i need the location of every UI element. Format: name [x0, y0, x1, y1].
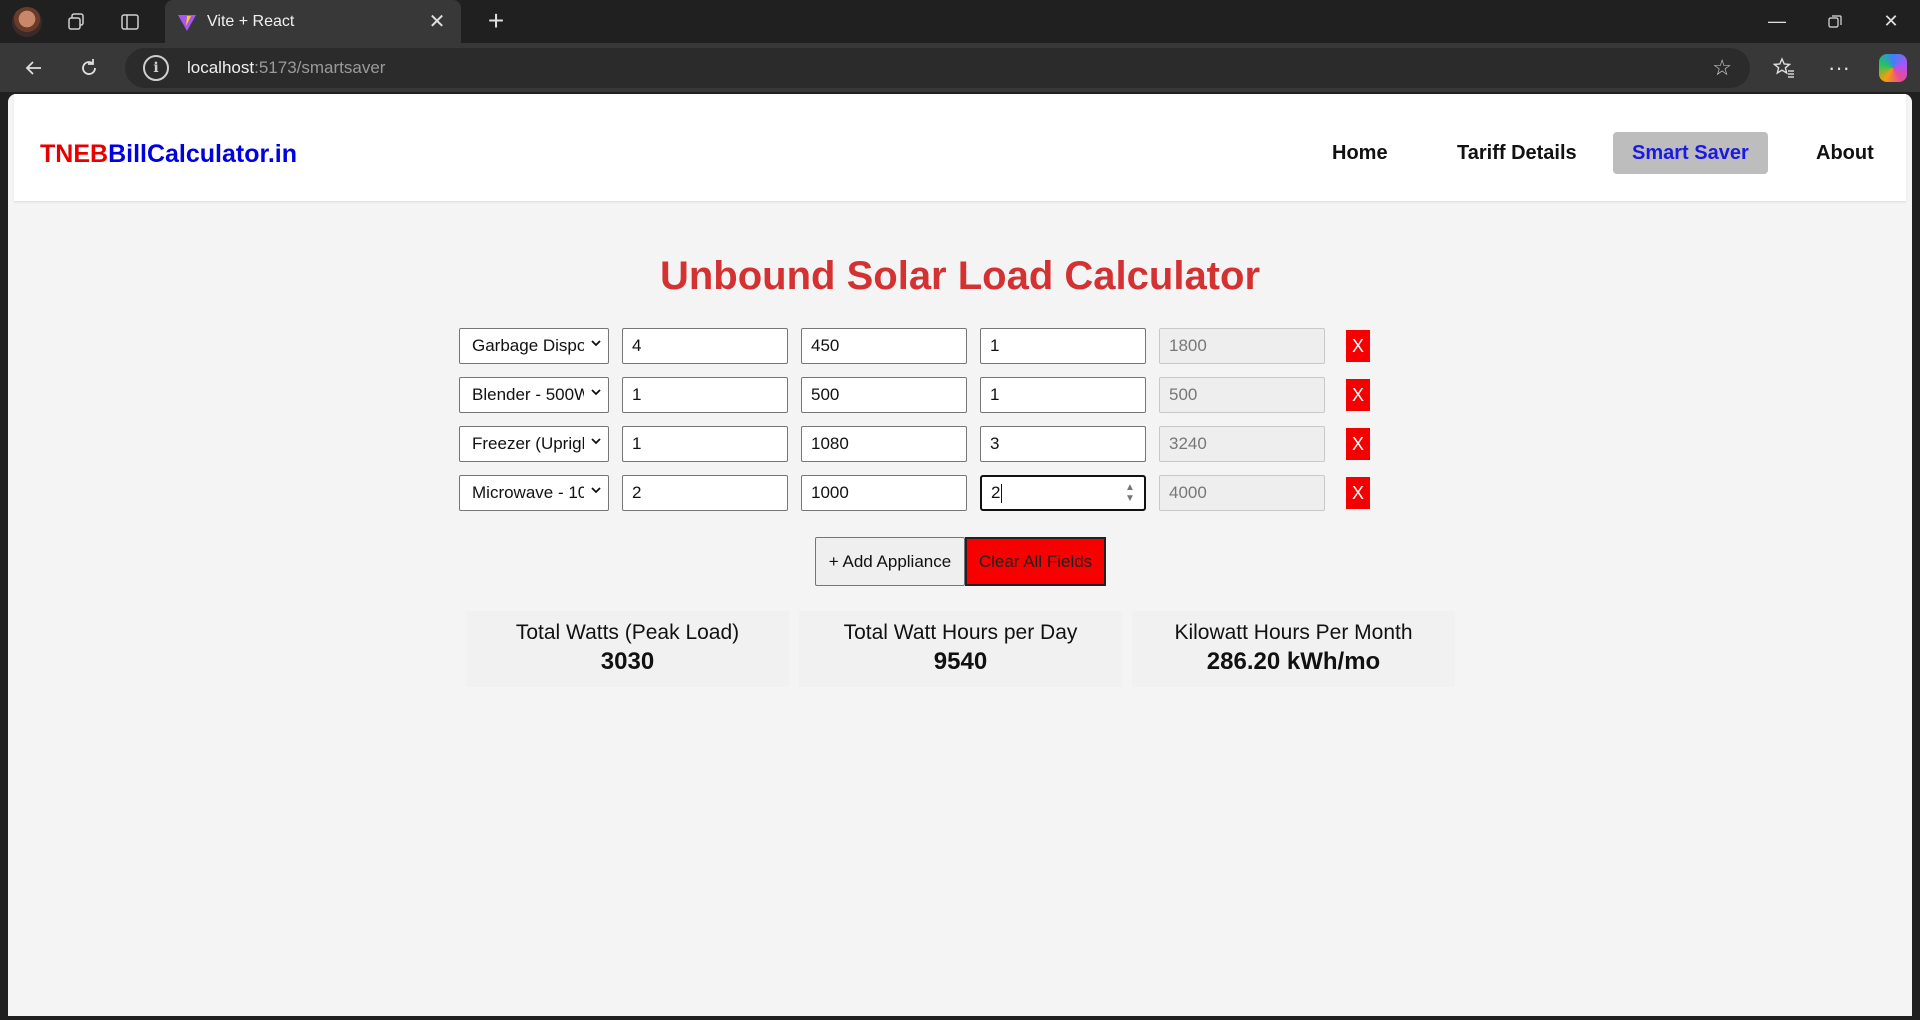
quantity-input[interactable]: 1 — [622, 377, 788, 413]
text-caret — [1001, 483, 1003, 503]
remove-row-button[interactable]: X — [1346, 428, 1370, 460]
page-title: Unbound Solar Load Calculator — [659, 254, 1261, 298]
workspaces-icon[interactable] — [57, 2, 97, 42]
add-appliance-button[interactable]: + Add Appliance — [815, 537, 965, 586]
number-spinner-icon[interactable]: ▲ ▼ — [1124, 482, 1136, 504]
stat-value: 9540 — [933, 648, 988, 675]
nav-about[interactable]: About — [1797, 132, 1893, 174]
restore-icon[interactable] — [1806, 0, 1864, 43]
remove-row-button[interactable]: X — [1346, 477, 1370, 509]
nav-tariff-details[interactable]: Tariff Details — [1438, 132, 1596, 174]
quantity-input[interactable]: 1 — [622, 426, 788, 462]
chevron-down-icon — [591, 389, 601, 396]
stat-label: Kilowatt Hours Per Month — [1174, 621, 1413, 644]
site-info-icon[interactable]: i — [143, 55, 169, 81]
nav-smart-saver[interactable]: Smart Saver — [1613, 132, 1768, 174]
page-viewport: TNEBBillCalculator.in Home Tariff Detail… — [8, 94, 1912, 1016]
remove-row-button[interactable]: X — [1346, 379, 1370, 411]
watts-input[interactable]: 500 — [801, 377, 967, 413]
vite-favicon-icon — [178, 14, 196, 31]
refresh-icon[interactable] — [71, 51, 107, 85]
stat-kwh-month: Kilowatt Hours Per Month 286.20 kWh/mo — [1132, 611, 1455, 687]
new-tab-icon[interactable]: + — [478, 6, 514, 38]
stat-watt-hours-day: Total Watt Hours per Day 9540 — [799, 611, 1122, 687]
address-bar[interactable]: i localhost:5173/smartsaver ☆ — [125, 48, 1750, 88]
stat-value: 3030 — [600, 648, 655, 675]
browser-tab[interactable]: Vite + React ✕ — [165, 0, 461, 43]
watt-hours-output: 3240 — [1159, 426, 1325, 462]
appliance-select[interactable]: Freezer (Uprigh — [459, 426, 609, 462]
hours-input[interactable]: 1 — [980, 377, 1146, 413]
watt-hours-output: 1800 — [1159, 328, 1325, 364]
favorites-icon[interactable] — [1764, 51, 1804, 85]
chevron-down-icon — [591, 340, 601, 347]
tab-actions-icon[interactable] — [110, 2, 150, 42]
close-window-icon[interactable]: ✕ — [1862, 0, 1920, 43]
nav-home[interactable]: Home — [1313, 132, 1407, 174]
browser-toolbar: i localhost:5173/smartsaver ☆ ··· — [0, 43, 1920, 92]
quantity-input[interactable]: 4 — [622, 328, 788, 364]
watts-input[interactable]: 1080 — [801, 426, 967, 462]
favorite-star-icon[interactable]: ☆ — [1712, 55, 1732, 81]
watt-hours-output: 500 — [1159, 377, 1325, 413]
hours-input[interactable]: 1 — [980, 328, 1146, 364]
tab-close-icon[interactable]: ✕ — [425, 9, 449, 34]
chevron-down-icon — [591, 438, 601, 445]
watts-input[interactable]: 450 — [801, 328, 967, 364]
appliance-select[interactable]: Garbage Dispo — [459, 328, 609, 364]
appliance-select[interactable]: Microwave - 10 — [459, 475, 609, 511]
remove-row-button[interactable]: X — [1346, 330, 1370, 362]
more-options-icon[interactable]: ··· — [1819, 51, 1859, 85]
back-icon[interactable] — [16, 51, 52, 85]
tab-title: Vite + React — [207, 12, 295, 30]
chevron-down-icon — [591, 487, 601, 494]
minimize-icon[interactable]: — — [1748, 0, 1806, 43]
watt-hours-output: 4000 — [1159, 475, 1325, 511]
appliance-select[interactable]: Blender - 500W — [459, 377, 609, 413]
url-text[interactable]: localhost:5173/smartsaver — [187, 58, 385, 78]
watts-input[interactable]: 1000 — [801, 475, 967, 511]
profile-avatar[interactable] — [12, 6, 42, 37]
stat-total-watts: Total Watts (Peak Load) 3030 — [466, 611, 789, 687]
clear-all-fields-button[interactable]: Clear All Fields — [965, 537, 1106, 586]
browser-titlebar: Vite + React ✕ + — ✕ — [0, 0, 1920, 43]
hours-input[interactable]: 2 ▲ ▼ — [980, 475, 1146, 511]
stat-label: Total Watts (Peak Load) — [515, 621, 740, 644]
stat-label: Total Watt Hours per Day — [843, 621, 1078, 644]
quantity-input[interactable]: 2 — [622, 475, 788, 511]
site-logo[interactable]: TNEBBillCalculator.in — [40, 140, 297, 169]
stat-value: 286.20 kWh/mo — [1206, 648, 1381, 675]
site-header: TNEBBillCalculator.in Home Tariff Detail… — [14, 94, 1906, 202]
copilot-icon[interactable] — [1873, 51, 1913, 85]
hours-input[interactable]: 3 — [980, 426, 1146, 462]
